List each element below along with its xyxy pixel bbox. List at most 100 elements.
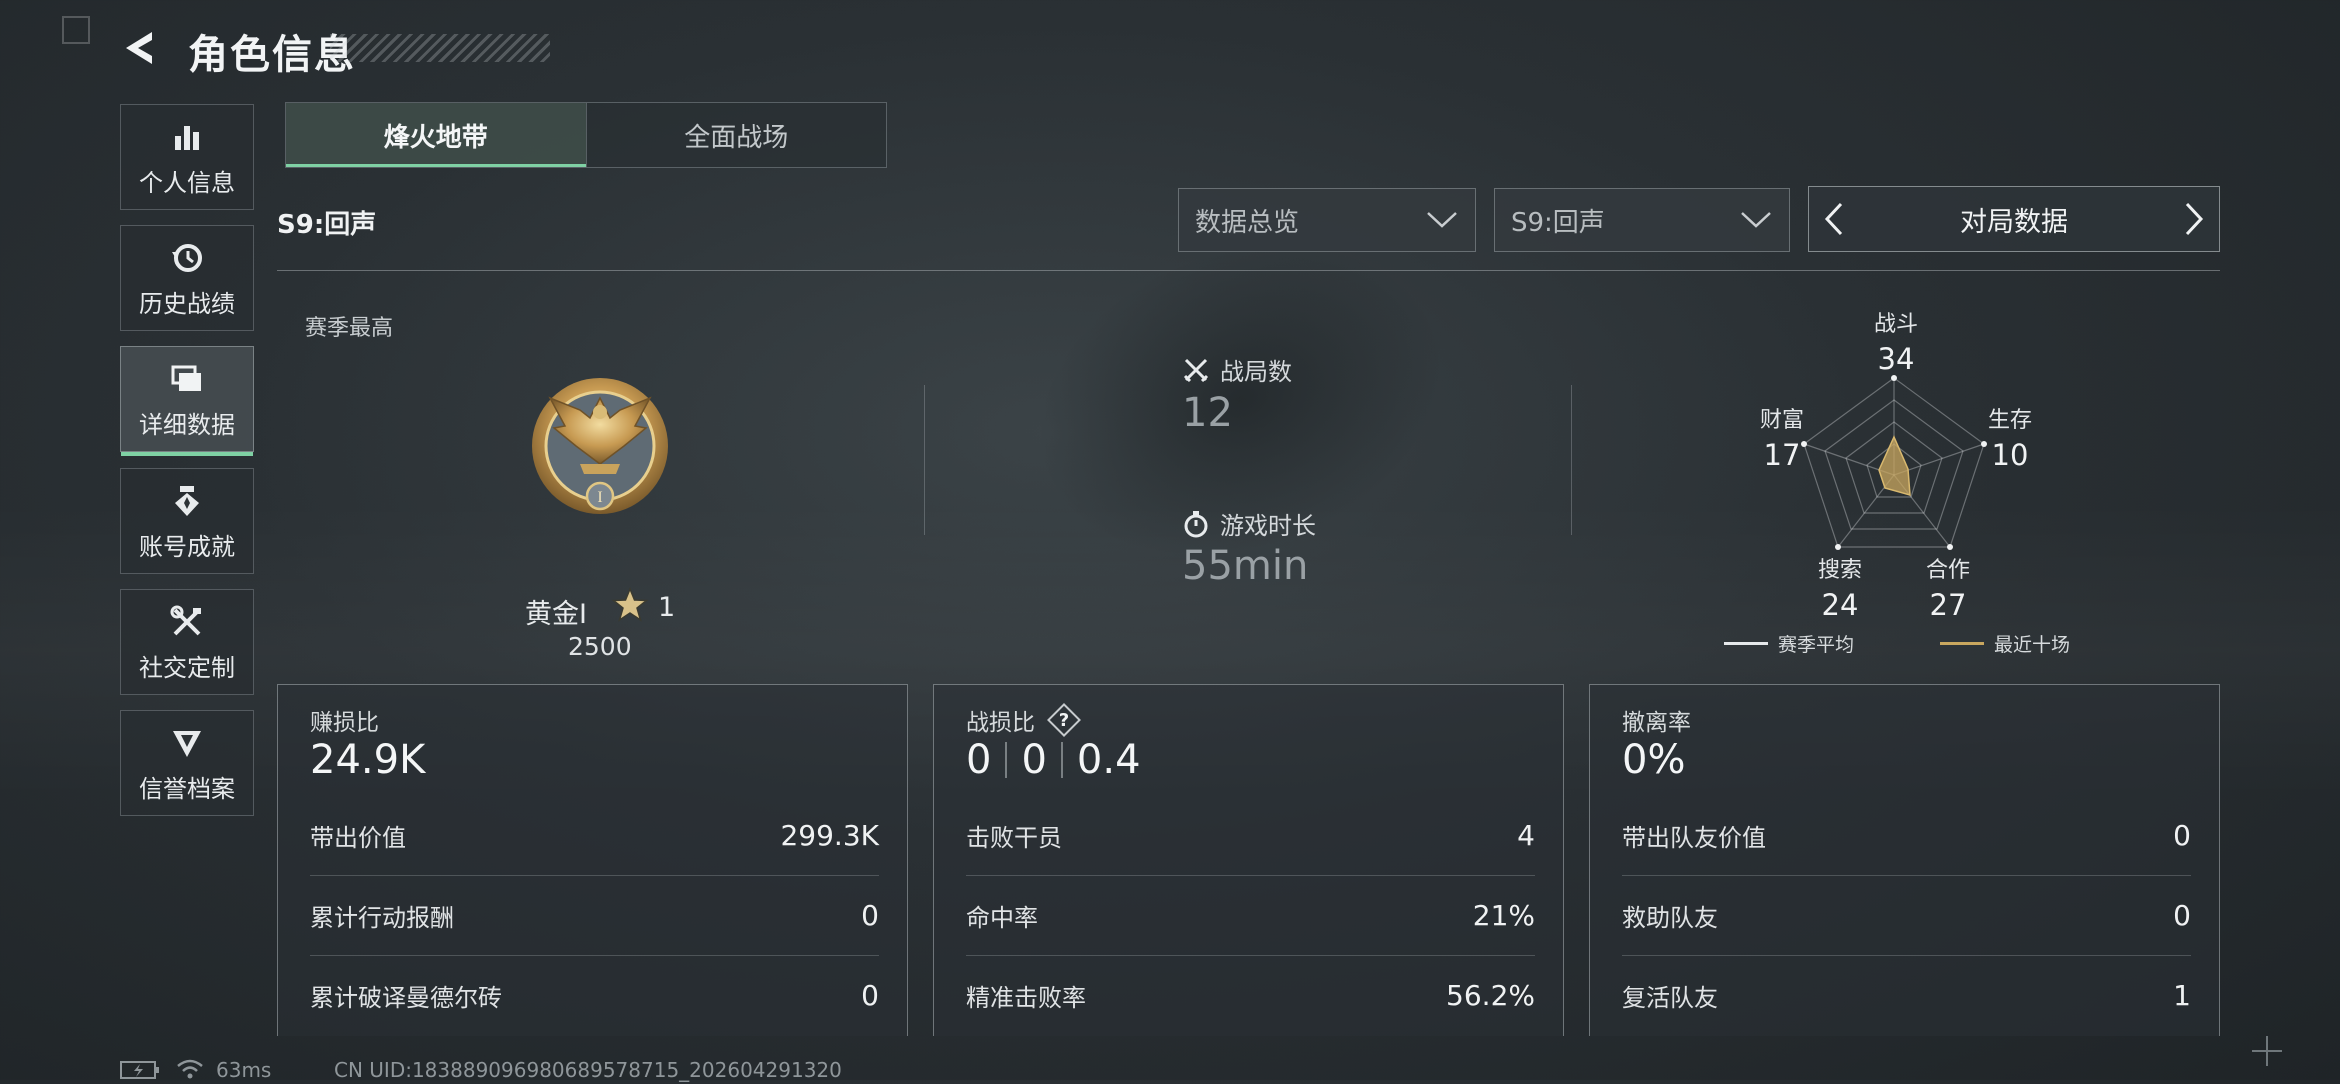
- stat-row: 击败干员 4: [966, 795, 1535, 875]
- legend-swatch: [1940, 642, 1984, 645]
- combat-panel: 战损比 ? 0 0 0.4 击败干员 4 命中率 21% 精准击败率 56.2%: [933, 684, 1564, 1036]
- sidebar-item-profile[interactable]: 个人信息: [120, 104, 254, 210]
- stat-value: 0: [2173, 818, 2191, 852]
- radar-axis-value: 34: [1877, 342, 1915, 376]
- sidebar-item-label: 详细数据: [139, 410, 235, 439]
- stat-row: 救助队友 0: [1622, 875, 2191, 955]
- divider: [924, 385, 925, 535]
- stat-row: 累计破译曼德尔砖 0: [310, 955, 879, 1035]
- uid-text: CN UID:18388909698068957871​5_2026042913…: [334, 1058, 842, 1082]
- match-data-pager: 对局数据: [1808, 186, 2220, 252]
- stat-row: 复活队友 1: [1622, 955, 2191, 1035]
- sidebar-item-label: 历史战绩: [139, 289, 235, 318]
- history-clock-icon: [167, 238, 207, 278]
- combat-ratio-values: 0 0 0.4: [966, 737, 1141, 783]
- divider: [1005, 742, 1008, 778]
- radar-axis-value: 17: [1763, 438, 1801, 472]
- chevron-down-icon: [1741, 212, 1771, 228]
- extraction-panel: 撤离率 0% 带出队友价值 0 救助队友 0 复活队友 1: [1589, 684, 2220, 1036]
- divider: [1060, 742, 1063, 778]
- stat-value: 4: [1517, 818, 1535, 852]
- chevron-down-icon: [1427, 212, 1457, 228]
- dropdown-value: S9:回声: [1511, 207, 1605, 238]
- sidebar-item-social[interactable]: 社交定制: [120, 589, 254, 695]
- chevron-left-icon[interactable]: [1823, 201, 1845, 237]
- radar-axis-label: 生存: [1987, 408, 2032, 433]
- pager-label: 对局数据: [1960, 206, 2068, 238]
- mode-tabs: 烽火地带 全面战场: [285, 102, 887, 168]
- sidebar-item-achievements[interactable]: 账号成就: [120, 468, 254, 574]
- playtime-stat-label-row: 游戏时长: [1182, 506, 1316, 541]
- sidebar-item-label: 个人信息: [139, 168, 235, 197]
- stat-label: 救助队友: [1622, 903, 1718, 932]
- radar-axis-label: 搜索: [1817, 558, 1862, 583]
- radar-axis-label: 财富: [1759, 408, 1804, 433]
- matches-value: 12: [1182, 390, 1233, 436]
- stat-value: 0: [861, 898, 879, 932]
- battery-icon: [120, 1060, 160, 1084]
- corner-checkbox[interactable]: [62, 16, 90, 44]
- sidebar-item-detail-data[interactable]: 详细数据: [120, 346, 254, 456]
- stat-row: 累计行动报酬 0: [310, 875, 879, 955]
- sidebar-item-reputation[interactable]: 信誉档案: [120, 710, 254, 816]
- stat-value: 1: [2173, 978, 2191, 1012]
- rank-score: 2500: [568, 632, 632, 661]
- medal-icon: [167, 481, 207, 521]
- stat-label: 带出价值: [310, 823, 406, 852]
- panel-title: 赚损比: [310, 710, 379, 736]
- stat-value: 299.3K: [780, 818, 879, 852]
- stat-label: 带出队友价值: [1622, 823, 1766, 852]
- divider: [1571, 385, 1572, 535]
- season-title: S9:回声: [277, 210, 377, 240]
- ping-value: 63ms: [216, 1058, 272, 1082]
- matches-stat-label-row: 战局数: [1182, 352, 1292, 387]
- rank-badge: I: [520, 368, 680, 522]
- svg-text:I: I: [597, 489, 602, 506]
- title-decoration: [330, 34, 550, 62]
- stat-value: 21%: [1472, 898, 1535, 932]
- stat-row: 带出队友价值 0: [1622, 795, 2191, 875]
- radar-axis-label: 合作: [1925, 558, 1970, 583]
- panel-main-value: 24.9K: [310, 737, 426, 783]
- stat-label: 复活队友: [1622, 983, 1718, 1012]
- back-button[interactable]: [118, 26, 162, 70]
- back-arrow-icon: [126, 32, 152, 64]
- ratio-value: 0: [1021, 737, 1047, 783]
- rank-stars-count: 1: [658, 592, 676, 623]
- sidebar-item-label: 社交定制: [139, 653, 235, 682]
- chevron-right-icon[interactable]: [2183, 201, 2205, 237]
- matches-label: 战局数: [1220, 358, 1292, 386]
- sidebar-item-history[interactable]: 历史战绩: [120, 225, 254, 331]
- sidebar-item-label: 信誉档案: [139, 774, 235, 803]
- rank-name: 黄金I: [525, 599, 587, 630]
- tab-warzone[interactable]: 烽火地带: [286, 103, 586, 167]
- help-icon[interactable]: ?: [1047, 703, 1081, 737]
- radar-axis-value: 27: [1929, 588, 1967, 622]
- playtime-value: 55min: [1182, 543, 1309, 589]
- star-icon: [611, 587, 649, 627]
- stopwatch-icon: [1184, 510, 1208, 537]
- profit-panel: 赚损比 24.9K 带出价值 299.3K 累计行动报酬 0 累计破译曼德尔砖 …: [277, 684, 908, 1036]
- stat-label: 累计行动报酬: [310, 903, 454, 932]
- legend-recent-ten: 最近十场: [1940, 630, 2070, 657]
- tab-full-battlefield[interactable]: 全面战场: [585, 103, 886, 167]
- season-dropdown[interactable]: S9:回声: [1494, 188, 1790, 252]
- stat-row: 命中率 21%: [966, 875, 1535, 955]
- panel-title: 撤离率: [1622, 710, 1691, 736]
- radar-axis-label: 战斗: [1873, 312, 1918, 337]
- data-type-dropdown[interactable]: 数据总览: [1178, 188, 1476, 252]
- ratio-value: 0: [966, 737, 992, 783]
- stat-label: 击败干员: [966, 823, 1062, 852]
- radar-axis-value: 10: [1991, 438, 2029, 472]
- sidebar-item-label: 账号成就: [139, 532, 235, 561]
- playtime-label: 游戏时长: [1220, 512, 1316, 540]
- panel-title: 战损比: [966, 710, 1035, 736]
- stat-label: 精准击败率: [966, 983, 1086, 1012]
- stat-row: 带出价值 299.3K: [310, 795, 879, 875]
- stat-label: 命中率: [966, 903, 1038, 932]
- legend-label: 最近十场: [1994, 634, 2071, 656]
- season-best-label: 赛季最高: [305, 316, 394, 341]
- bar-chart-icon: [167, 117, 207, 157]
- legend-label: 赛季平均: [1778, 634, 1855, 656]
- stat-value: 56.2%: [1446, 978, 1535, 1012]
